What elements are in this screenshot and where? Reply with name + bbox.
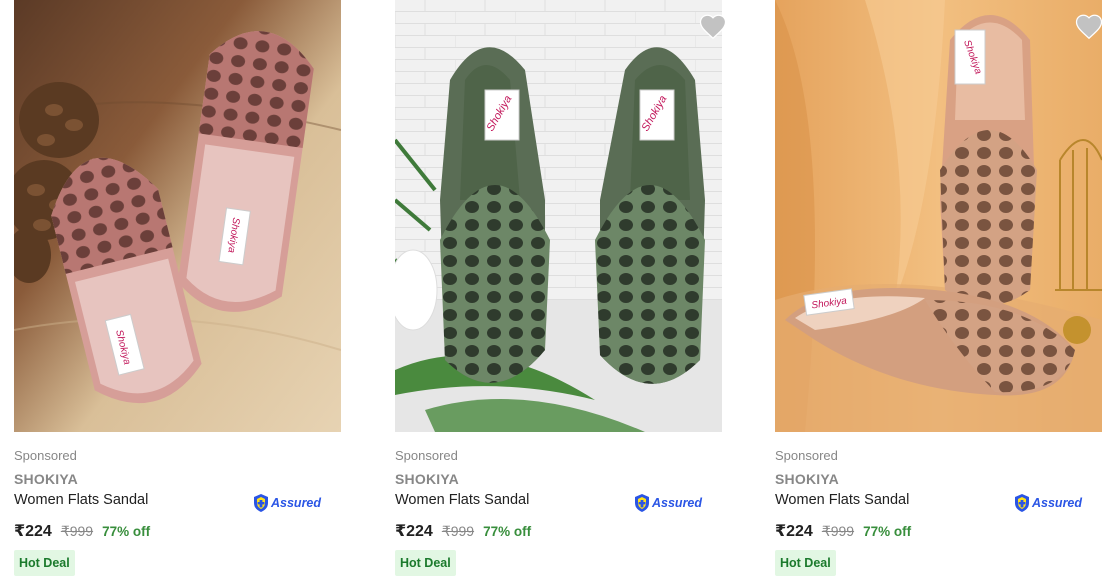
selling-price: ₹224 xyxy=(775,523,813,540)
product-image[interactable]: Shokiya Shokiya xyxy=(14,0,341,432)
assured-shield-icon xyxy=(254,494,268,512)
original-price: ₹999 xyxy=(821,523,855,539)
product-image[interactable]: Shokiya Shokiya xyxy=(395,0,722,432)
hot-deal-badge: Hot Deal xyxy=(395,550,456,576)
assured-badge: Assured xyxy=(633,492,702,514)
product-card[interactable]: Shokiya Shokiya Sponsored SHOKIYA Women … xyxy=(775,0,1105,576)
heart-icon[interactable] xyxy=(1074,12,1104,42)
product-card[interactable]: Shokiya Shokiya Sponsored SHOKIYA Women … xyxy=(395,0,728,576)
brand-name: SHOKIYA xyxy=(395,471,459,487)
assured-badge: Assured xyxy=(252,492,321,514)
assured-badge: Assured xyxy=(1013,492,1082,514)
discount-label: 77% off xyxy=(483,524,532,539)
price-row: ₹224 ₹999 77% off xyxy=(395,521,531,541)
sponsored-label: Sponsored xyxy=(14,448,77,463)
selling-price: ₹224 xyxy=(14,523,52,540)
assured-text: Assured xyxy=(652,496,703,510)
hot-deal-badge: Hot Deal xyxy=(14,550,75,576)
assured-shield-icon xyxy=(635,494,649,512)
sponsored-label: Sponsored xyxy=(395,448,458,463)
product-title[interactable]: Women Flats Sandal xyxy=(775,492,909,508)
selling-price: ₹224 xyxy=(395,523,433,540)
discount-label: 77% off xyxy=(863,524,912,539)
original-price: ₹999 xyxy=(441,523,475,539)
assured-text: Assured xyxy=(1032,496,1083,510)
hot-deal-badge: Hot Deal xyxy=(775,550,836,576)
product-title[interactable]: Women Flats Sandal xyxy=(395,492,529,508)
heart-icon[interactable] xyxy=(698,12,728,42)
assured-shield-icon xyxy=(1015,494,1029,512)
brand-name: SHOKIYA xyxy=(14,471,78,487)
price-row: ₹224 ₹999 77% off xyxy=(14,521,150,541)
product-title[interactable]: Women Flats Sandal xyxy=(14,492,148,508)
brand-name: SHOKIYA xyxy=(775,471,839,487)
price-row: ₹224 ₹999 77% off xyxy=(775,521,911,541)
product-grid: Shokiya Shokiya Sponsored SHOKIYA Women … xyxy=(0,0,1114,576)
sponsored-label: Sponsored xyxy=(775,448,838,463)
assured-text: Assured xyxy=(271,496,322,510)
original-price: ₹999 xyxy=(60,523,94,539)
discount-label: 77% off xyxy=(102,524,151,539)
product-image[interactable]: Shokiya Shokiya xyxy=(775,0,1102,432)
product-card[interactable]: Shokiya Shokiya Sponsored SHOKIYA Women … xyxy=(14,0,344,576)
